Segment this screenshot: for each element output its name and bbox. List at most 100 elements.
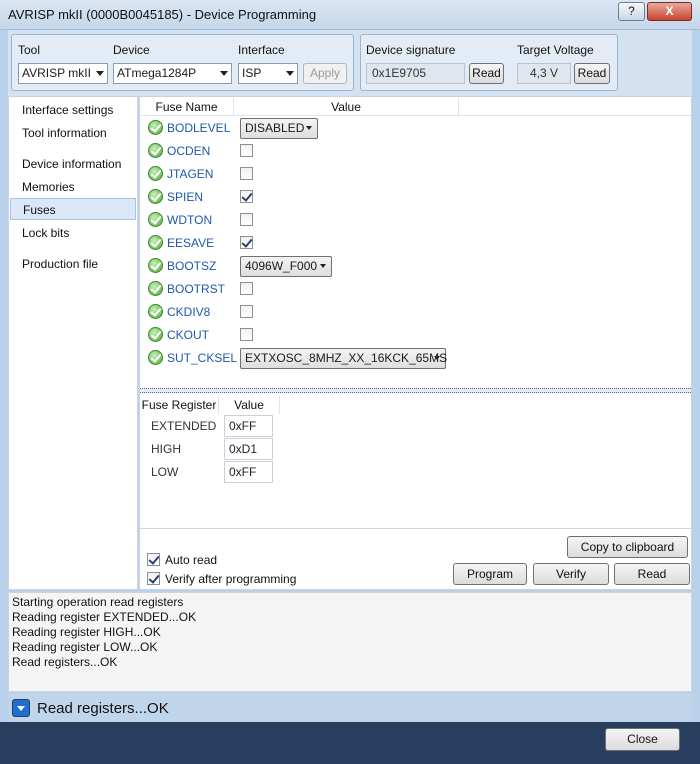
voltage-label: Target Voltage	[517, 43, 594, 57]
ckdiv8-checkbox[interactable]	[240, 305, 253, 318]
wdton-checkbox[interactable]	[240, 213, 253, 226]
jtagen-checkbox[interactable]	[240, 167, 253, 180]
fuse-name: BOOTRST	[167, 282, 226, 296]
fuse-row-wdton: WDTON	[140, 209, 691, 232]
device-select-value: ATmega1284P	[117, 66, 197, 80]
verify-button[interactable]: Verify	[533, 563, 609, 585]
check-ok-icon	[148, 235, 163, 250]
verify-after-programming-checkbox[interactable]	[147, 572, 160, 585]
fuses-panel: Fuse Name Value BODLEVEL DISABLED OCDEN …	[139, 96, 692, 590]
sidebar-item-fuses[interactable]: Fuses	[10, 198, 136, 220]
read-button[interactable]: Read	[614, 563, 690, 585]
close-icon: X	[665, 4, 674, 18]
ocden-checkbox[interactable]	[240, 144, 253, 157]
sidebar-item-lock-bits[interactable]: Lock bits	[10, 222, 136, 244]
tool-select[interactable]: AVRISP mkII	[18, 63, 108, 84]
tool-device-group: Tool AVRISP mkII Device ATmega1284P Inte…	[11, 34, 354, 91]
fuse-row-bootsz: BOOTSZ 4096W_F000	[140, 255, 691, 278]
signature-read-button[interactable]: Read	[469, 63, 504, 84]
check-ok-icon	[148, 143, 163, 158]
spien-checkbox[interactable]	[240, 190, 253, 203]
signature-value: 0x1E9705	[366, 63, 465, 84]
eesave-checkbox[interactable]	[240, 236, 253, 249]
register-name: EXTENDED	[151, 419, 217, 433]
extended-value-field[interactable]: 0xFF	[224, 415, 273, 437]
sidebar: Interface settings Tool information Devi…	[8, 96, 138, 590]
register-value-column-header[interactable]: Value	[219, 396, 280, 414]
footer: Close	[0, 722, 700, 764]
fuse-row-bootrst: BOOTRST	[140, 278, 691, 301]
sidebar-item-memories[interactable]: Memories	[10, 176, 136, 198]
window-close-button[interactable]: X	[647, 2, 692, 21]
fuse-table-header: Fuse Name Value	[140, 97, 691, 116]
copy-to-clipboard-button[interactable]: Copy to clipboard	[567, 536, 688, 558]
help-button[interactable]: ?	[618, 2, 645, 21]
check-ok-icon	[148, 281, 163, 296]
check-ok-icon	[148, 189, 163, 204]
interface-select-value: ISP	[242, 66, 262, 80]
close-button[interactable]: Close	[605, 728, 680, 751]
bodlevel-select[interactable]: DISABLED	[240, 118, 318, 139]
sidebar-item-device-information[interactable]: Device information	[10, 153, 136, 175]
auto-read-label: Auto read	[165, 553, 218, 567]
expand-chevron-icon[interactable]	[12, 699, 30, 717]
register-row-high: HIGH 0xD1	[140, 438, 691, 461]
auto-read-checkbox[interactable]	[147, 553, 160, 566]
interface-select[interactable]: ISP	[238, 63, 298, 84]
verify-after-programming-label: Verify after programming	[165, 572, 297, 586]
tool-select-value: AVRISP mkII	[22, 66, 91, 80]
help-icon: ?	[628, 4, 635, 18]
fuse-name: BODLEVEL	[167, 121, 231, 135]
sut-cksel-select[interactable]: EXTXOSC_8MHZ_XX_16KCK_65MS	[240, 348, 447, 369]
fuse-name: EESAVE	[167, 236, 215, 250]
fuse-row-ocden: OCDEN	[140, 140, 691, 163]
fuse-value-column-header[interactable]: Value	[234, 98, 459, 116]
chevron-down-icon	[220, 71, 228, 76]
register-name: LOW	[151, 465, 179, 479]
device-select[interactable]: ATmega1284P	[113, 63, 232, 84]
bootsz-value: 4096W_F000	[245, 259, 318, 273]
fuse-name: CKOUT	[167, 328, 209, 342]
program-button[interactable]: Program	[453, 563, 527, 585]
voltage-value: 4,3 V	[517, 63, 571, 84]
check-ok-icon	[148, 304, 163, 319]
panel-splitter[interactable]	[140, 388, 691, 393]
interface-label: Interface	[238, 43, 285, 57]
check-ok-icon	[148, 166, 163, 181]
fuse-row-spien: SPIEN	[140, 186, 691, 209]
window-title: AVRISP mkII (0000B0045185) - Device Prog…	[8, 7, 317, 22]
high-value-field[interactable]: 0xD1	[224, 438, 273, 460]
fuse-name: OCDEN	[167, 144, 211, 158]
log-line: Read registers...OK	[12, 655, 118, 669]
output-log[interactable]: Starting operation read registers Readin…	[8, 592, 692, 692]
check-ok-icon	[148, 350, 163, 365]
sidebar-item-interface-settings[interactable]: Interface settings	[10, 99, 136, 121]
signature-voltage-group: Device signature 0x1E9705 Read Target Vo…	[360, 34, 618, 91]
divider	[140, 528, 691, 529]
sidebar-item-production-file[interactable]: Production file	[10, 253, 136, 275]
fuse-row-ckdiv8: CKDIV8	[140, 301, 691, 324]
fuse-name: WDTON	[167, 213, 213, 227]
fuse-register-column-header[interactable]: Fuse Register	[140, 396, 219, 414]
title-bar: AVRISP mkII (0000B0045185) - Device Prog…	[0, 0, 700, 30]
ckout-checkbox[interactable]	[240, 328, 253, 341]
check-ok-icon	[148, 258, 163, 273]
bootrst-checkbox[interactable]	[240, 282, 253, 295]
chevron-down-icon	[286, 71, 294, 76]
bootsz-select[interactable]: 4096W_F000	[240, 256, 332, 277]
sidebar-item-tool-information[interactable]: Tool information	[10, 122, 136, 144]
fuse-name: BOOTSZ	[167, 259, 217, 273]
fuse-name: SUT_CKSEL	[167, 351, 238, 365]
check-ok-icon	[148, 212, 163, 227]
log-line: Reading register EXTENDED...OK	[12, 610, 197, 624]
fuse-row-sut-cksel: SUT_CKSEL EXTXOSC_8MHZ_XX_16KCK_65MS	[140, 347, 691, 370]
status-text: Read registers...OK	[37, 700, 169, 717]
low-value-field[interactable]: 0xFF	[224, 461, 273, 483]
register-name: HIGH	[151, 442, 181, 456]
voltage-read-button[interactable]: Read	[574, 63, 610, 84]
tool-label: Tool	[18, 43, 41, 57]
apply-button[interactable]: Apply	[303, 63, 347, 84]
fuse-name: JTAGEN	[167, 167, 214, 181]
check-ok-icon	[148, 327, 163, 342]
fuse-name-column-header[interactable]: Fuse Name	[140, 98, 234, 116]
